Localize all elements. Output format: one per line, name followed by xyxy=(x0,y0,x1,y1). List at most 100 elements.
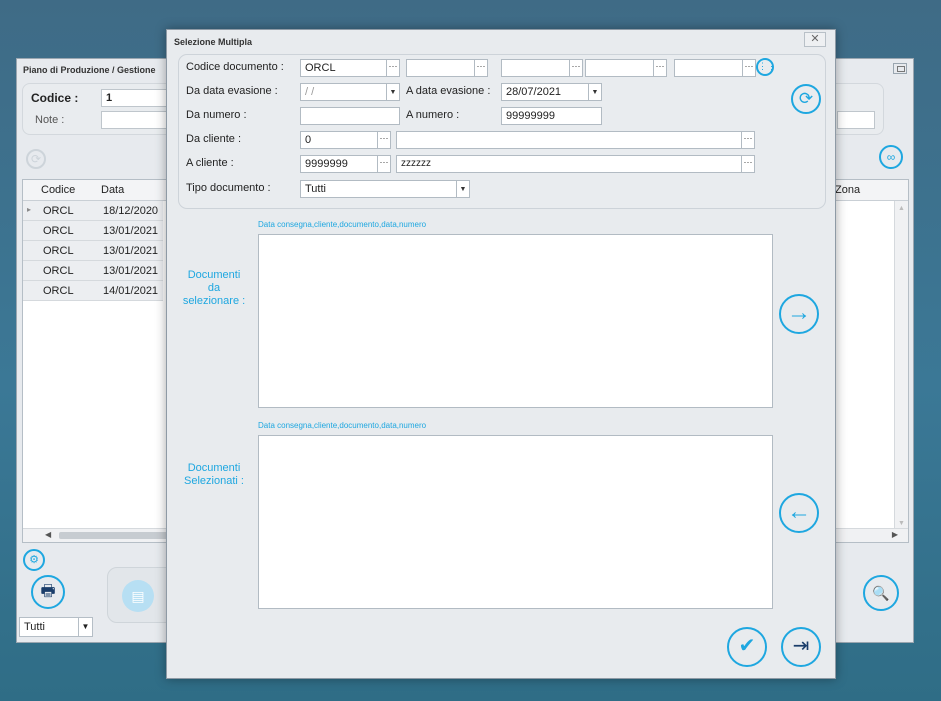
gear-icon[interactable]: ⚙ xyxy=(23,549,45,571)
printer-icon[interactable]: 🖶 xyxy=(31,575,65,609)
da-data-evasione-value: / / xyxy=(305,86,315,98)
a-cliente-label: A cliente : xyxy=(186,157,234,169)
tipo-documento-select[interactable]: Tutti ▼ xyxy=(300,180,470,198)
confirm-check-button[interactable]: ✔ xyxy=(727,627,767,667)
ellipsis-icon[interactable]: ··· xyxy=(386,60,399,76)
cell-data: 14/01/2021 xyxy=(103,285,159,297)
cell-codice: ORCL xyxy=(43,285,74,297)
codice-documento-field-4[interactable]: ··· xyxy=(585,59,667,77)
a-data-evasione-field[interactable]: 28/07/2021 ▼ xyxy=(501,83,602,101)
da-cliente-label: Da cliente : xyxy=(186,133,242,145)
exit-button[interactable]: ⇥ xyxy=(781,627,821,667)
codice-label: Codice : xyxy=(31,91,79,105)
chevron-down-icon[interactable]: ▼ xyxy=(456,181,469,197)
list-hint-selected: Data consegna,cliente,documento,data,num… xyxy=(258,421,427,430)
ellipsis-icon[interactable]: ··· xyxy=(569,60,582,76)
scroll-down-icon[interactable]: ▼ xyxy=(898,520,905,527)
list-hint-available: Data consegna,cliente,documento,data,num… xyxy=(258,220,427,229)
table-row[interactable]: ORCL 13/01/2021 xyxy=(23,241,163,261)
cell-data: 13/01/2021 xyxy=(103,225,159,237)
codice-documento-label: Codice documento : xyxy=(186,61,284,73)
arrow-left-icon[interactable]: ← xyxy=(779,493,819,533)
ellipsis-icon[interactable]: ··· xyxy=(377,156,390,172)
chevron-down-icon[interactable]: ▼ xyxy=(588,84,601,100)
cell-data: 18/12/2020 xyxy=(103,205,159,217)
codice-field[interactable]: 1 xyxy=(101,89,171,107)
scroll-left-icon[interactable]: ◀ xyxy=(45,530,51,539)
cell-codice: ORCL xyxy=(43,265,74,277)
close-button[interactable]: ✕ xyxy=(804,32,826,47)
chevron-down-icon[interactable]: ▼ xyxy=(78,618,92,636)
maximize-button[interactable] xyxy=(893,63,907,74)
scroll-thumb[interactable] xyxy=(59,532,169,539)
table-row[interactable]: ORCL 13/01/2021 xyxy=(23,221,163,241)
ellipsis-icon[interactable]: ··· xyxy=(741,156,754,172)
table-row[interactable]: ORCL 13/01/2021 xyxy=(23,261,163,281)
da-cliente-field[interactable]: 0 ··· xyxy=(300,131,391,149)
a-cliente-field[interactable]: 9999999 ··· xyxy=(300,155,391,173)
grid-dots-icon[interactable]: ⋮⋮ xyxy=(756,58,776,76)
ellipsis-icon[interactable]: ··· xyxy=(653,60,666,76)
scroll-up-icon[interactable]: ▲ xyxy=(898,205,905,212)
codice-documento-field[interactable]: ORCL ··· xyxy=(300,59,400,77)
label-line: Documenti xyxy=(187,269,241,281)
grid-header-codice[interactable]: Codice xyxy=(41,184,75,196)
chevron-down-icon[interactable]: ▼ xyxy=(386,84,399,100)
codice-documento-field-3[interactable]: ··· xyxy=(501,59,583,77)
a-cliente-value: 9999999 xyxy=(305,158,348,170)
filter-panel: Codice documento : ORCL ··· ··· ··· ··· … xyxy=(178,54,826,209)
a-cliente-desc-value: zzzzzz xyxy=(401,158,431,169)
ellipsis-icon[interactable]: ··· xyxy=(742,60,755,76)
label-line: Selezionati : xyxy=(184,475,244,487)
cell-data: 13/01/2021 xyxy=(103,265,159,277)
a-cliente-description[interactable]: zzzzzz ··· xyxy=(396,155,755,173)
da-numero-field[interactable] xyxy=(300,107,400,125)
row-pointer-icon: ▸ xyxy=(27,205,32,214)
grid-header-data[interactable]: Data xyxy=(101,184,124,196)
da-cliente-description[interactable]: ··· xyxy=(396,131,755,149)
document-icon: ▤ xyxy=(122,580,154,612)
ellipsis-icon[interactable]: ··· xyxy=(741,132,754,148)
codice-documento-field-2[interactable]: ··· xyxy=(406,59,488,77)
a-data-evasione-label: A data evasione : xyxy=(406,85,491,97)
da-data-evasione-field[interactable]: / / ▼ xyxy=(300,83,400,101)
cell-codice: ORCL xyxy=(43,225,74,237)
vertical-scrollbar[interactable]: ▲ ▼ xyxy=(894,201,908,531)
arrow-right-icon[interactable]: → xyxy=(779,294,819,334)
da-cliente-value: 0 xyxy=(305,134,312,146)
label-line: Documenti xyxy=(187,462,241,474)
refresh-icon[interactable]: ⟳ xyxy=(791,84,821,114)
codice-documento-field-5[interactable]: ··· xyxy=(674,59,756,77)
available-documents-list[interactable] xyxy=(258,234,773,408)
dialog-title: Selezione Multipla xyxy=(174,37,253,47)
grid-header-zona[interactable]: Zona xyxy=(835,184,860,196)
cell-codice: ORCL xyxy=(43,245,74,257)
filter-select-value: Tutti xyxy=(24,621,45,633)
cell-data: 13/01/2021 xyxy=(103,245,159,257)
label-line: selezionare : xyxy=(182,295,246,307)
a-numero-label: A numero : xyxy=(406,109,460,121)
selezione-multipla-dialog: Selezione Multipla ✕ Codice documento : … xyxy=(166,29,836,679)
table-row[interactable]: ▸ ORCL 18/12/2020 xyxy=(23,201,163,221)
ellipsis-icon[interactable]: ··· xyxy=(377,132,390,148)
refresh-icon[interactable]: ⟳ xyxy=(26,149,46,169)
ellipsis-icon[interactable]: ··· xyxy=(474,60,487,76)
da-data-evasione-label: Da data evasione : xyxy=(186,85,278,97)
scroll-right-icon[interactable]: ▶ xyxy=(892,530,898,539)
table-row[interactable]: ORCL 14/01/2021 xyxy=(23,281,163,301)
tipo-documento-label: Tipo documento : xyxy=(186,182,271,194)
note-label: Note : xyxy=(35,114,65,126)
a-numero-field[interactable]: 99999999 xyxy=(501,107,602,125)
note-field-right[interactable] xyxy=(837,111,875,129)
codice-documento-value: ORCL xyxy=(305,62,336,74)
documenti-selezionati-label: Documenti Selezionati : xyxy=(175,462,253,488)
link-icon[interactable]: ∞ xyxy=(879,145,903,169)
note-field[interactable] xyxy=(101,111,171,129)
filter-select[interactable]: Tutti ▼ xyxy=(19,617,93,637)
documenti-da-selezionare-label: Documenti da selezionare : xyxy=(175,269,253,308)
tipo-documento-value: Tutti xyxy=(305,183,326,195)
cell-codice: ORCL xyxy=(43,205,74,217)
selected-documents-list[interactable] xyxy=(258,435,773,609)
search-document-icon[interactable]: 🔍 xyxy=(863,575,899,611)
da-numero-label: Da numero : xyxy=(186,109,247,121)
